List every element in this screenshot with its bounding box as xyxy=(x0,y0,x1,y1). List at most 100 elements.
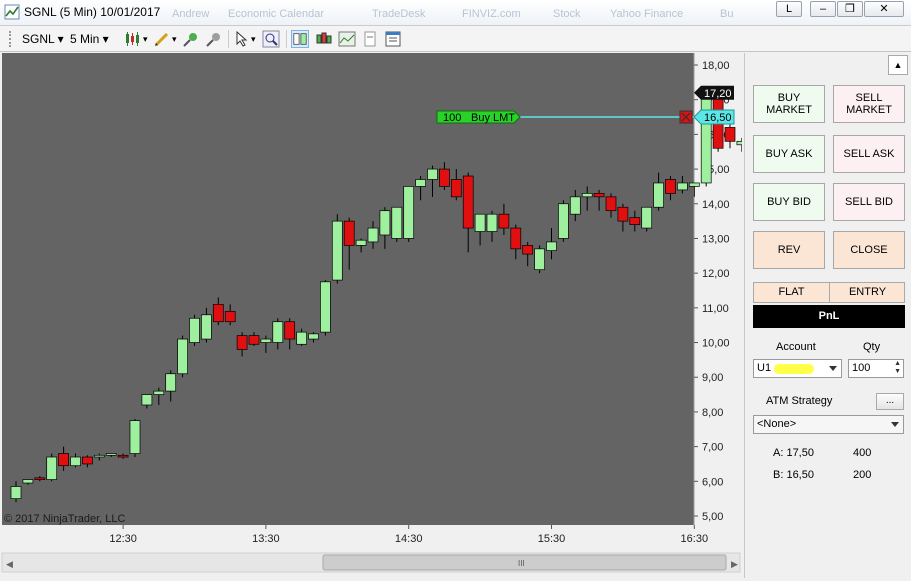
chart-trader-icon[interactable] xyxy=(291,30,309,48)
candle-body[interactable] xyxy=(129,420,141,454)
candle-body[interactable] xyxy=(427,168,438,180)
instrument-selector[interactable]: SGNL ▾ xyxy=(22,30,64,48)
order-price-label: 16,50 xyxy=(704,112,732,124)
candle-body[interactable] xyxy=(700,88,712,184)
atm-strategy-select[interactable]: <None> xyxy=(753,415,904,434)
sell-bid-button[interactable]: SELL BID xyxy=(833,183,905,221)
candle-body[interactable] xyxy=(355,239,367,246)
candle-body[interactable] xyxy=(688,182,700,187)
candle-body[interactable] xyxy=(46,456,58,480)
candle-body[interactable] xyxy=(93,454,105,458)
candle-body[interactable] xyxy=(82,456,93,465)
link-button[interactable]: L xyxy=(776,1,802,17)
candle-body[interactable] xyxy=(546,241,557,251)
candles-icon[interactable] xyxy=(315,30,333,48)
close-window-button[interactable]: ✕ xyxy=(864,1,904,17)
sell-ask-button[interactable]: SELL ASK xyxy=(833,135,905,173)
candle-body[interactable] xyxy=(272,321,284,343)
strategy-icon[interactable] xyxy=(182,30,200,48)
candle-body[interactable] xyxy=(522,245,534,255)
candle-body[interactable] xyxy=(403,186,415,239)
candle-body[interactable] xyxy=(296,331,307,345)
candle-body[interactable] xyxy=(462,175,474,229)
candle-body[interactable] xyxy=(391,206,403,239)
candle-body[interactable] xyxy=(201,314,212,340)
candle-body[interactable] xyxy=(10,486,22,500)
reverse-button[interactable]: REV xyxy=(753,231,825,269)
buy-market-button[interactable]: BUY MARKET xyxy=(753,85,825,123)
candle-body[interactable] xyxy=(558,203,569,239)
candle-body[interactable] xyxy=(617,206,629,222)
candle-body[interactable] xyxy=(474,213,486,232)
candle-body[interactable] xyxy=(331,220,343,281)
indicator-icon[interactable] xyxy=(205,30,223,48)
candle-body[interactable] xyxy=(641,206,653,229)
candle-body[interactable] xyxy=(248,335,260,345)
restore-button[interactable]: ❐ xyxy=(837,1,863,17)
bar-type-icon[interactable] xyxy=(124,30,142,48)
candle-body[interactable] xyxy=(308,333,319,340)
properties-icon[interactable] xyxy=(384,30,402,48)
candle-body[interactable] xyxy=(22,479,34,484)
candle-body[interactable] xyxy=(189,317,200,343)
panel-scroll-up-button[interactable]: ▲ xyxy=(888,55,908,75)
candle-body[interactable] xyxy=(629,217,641,225)
candle-body[interactable] xyxy=(498,213,510,229)
close-position-button[interactable]: CLOSE xyxy=(833,231,905,269)
buy-bid-button[interactable]: BUY BID xyxy=(753,183,825,221)
scroll-right-icon[interactable]: ▶ xyxy=(731,559,738,569)
candle-body[interactable] xyxy=(236,335,248,350)
pointer-icon[interactable] xyxy=(233,30,251,48)
candle-body[interactable] xyxy=(343,220,355,246)
candle-body[interactable] xyxy=(439,168,450,187)
atm-more-button[interactable]: ... xyxy=(876,393,904,410)
chevron-down-icon[interactable]: ▾ xyxy=(251,30,256,48)
candle-body[interactable] xyxy=(450,179,462,198)
buy-ask-button[interactable]: BUY ASK xyxy=(753,135,825,173)
candle-body[interactable] xyxy=(58,453,69,467)
quantity-stepper[interactable]: 100 ▲ ▼ xyxy=(848,359,904,378)
sell-market-button[interactable]: SELL MARKET xyxy=(833,85,905,123)
print-icon[interactable] xyxy=(361,30,379,48)
candle-body[interactable] xyxy=(260,338,272,343)
chevron-down-icon[interactable]: ▾ xyxy=(143,30,148,48)
minimize-button[interactable]: ‒ xyxy=(810,1,836,17)
candle-body[interactable] xyxy=(653,182,664,208)
candle-body[interactable] xyxy=(534,248,545,271)
candle-body[interactable] xyxy=(284,321,296,340)
candle-body[interactable] xyxy=(117,454,129,458)
candle-body[interactable] xyxy=(70,456,81,467)
spin-icon[interactable]: ▲ ▼ xyxy=(894,360,901,376)
candle-body[interactable] xyxy=(141,394,153,406)
candle-body[interactable] xyxy=(665,179,676,194)
chevron-down-icon[interactable]: ▾ xyxy=(172,30,177,48)
candle-body[interactable] xyxy=(593,193,605,198)
candle-body[interactable] xyxy=(177,338,188,375)
candle-body[interactable] xyxy=(581,193,593,198)
candle-body[interactable] xyxy=(224,310,236,323)
candle-body[interactable] xyxy=(677,182,688,191)
interval-selector[interactable]: 5 Min ▾ xyxy=(70,30,109,48)
candle-body[interactable] xyxy=(165,373,177,392)
candle-body[interactable] xyxy=(367,227,379,243)
candle-body[interactable] xyxy=(605,196,617,212)
candle-body[interactable] xyxy=(153,390,165,395)
scroll-left-icon[interactable]: ◀ xyxy=(6,559,13,569)
candle-body[interactable] xyxy=(510,227,522,250)
candle-body[interactable] xyxy=(34,477,46,480)
candle-body[interactable] xyxy=(486,213,498,232)
candle-body[interactable] xyxy=(379,210,391,236)
candle-body[interactable] xyxy=(105,453,117,456)
candle-body[interactable] xyxy=(736,140,748,146)
candle-body[interactable] xyxy=(724,127,736,142)
draw-pencil-icon[interactable] xyxy=(153,30,171,48)
candle-body[interactable] xyxy=(320,281,331,333)
candle-body[interactable] xyxy=(415,179,426,187)
y-tick-label: 18,00 xyxy=(702,60,730,72)
candle-body[interactable] xyxy=(212,304,224,323)
account-select[interactable]: U1 xyxy=(753,359,842,378)
data-box-icon[interactable] xyxy=(338,30,356,48)
price-chart[interactable]: 5,00 6,00 7,00 8,00 9,00 10,00 11,00 12,00 13,00… xyxy=(0,53,839,578)
candle-body[interactable] xyxy=(569,196,581,215)
zoom-icon[interactable] xyxy=(262,30,280,48)
